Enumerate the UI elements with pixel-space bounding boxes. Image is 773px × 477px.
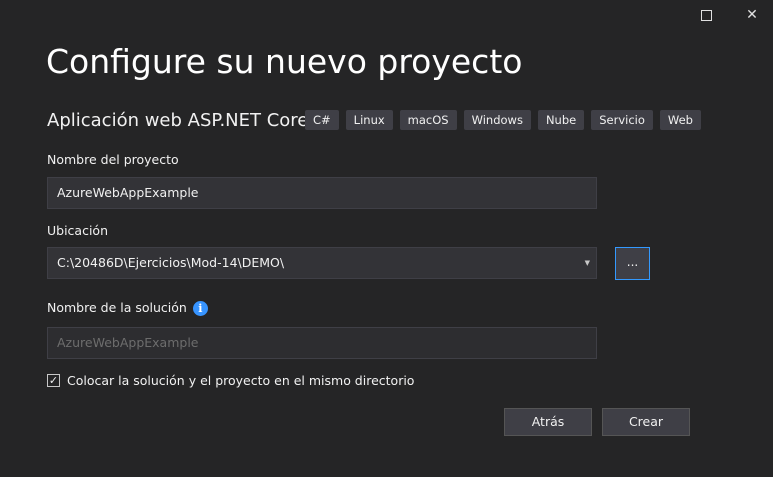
template-tags: C# Linux macOS Windows Nube Servicio Web [305,110,701,130]
tag-servicio: Servicio [591,110,653,130]
tag-csharp: C# [305,110,339,130]
tag-web: Web [659,110,701,130]
tag-windows: Windows [463,110,531,130]
location-combobox[interactable]: C:\20486D\Ejercicios\Mod-14\DEMO\ ▼ [47,247,597,279]
same-dir-label: Colocar la solución y el proyecto en el … [67,373,415,388]
checkmark-icon: ✓ [48,374,59,387]
solution-name-label: Nombre de la solución [47,300,187,315]
project-name-value: AzureWebAppExample [57,185,199,200]
maximize-button[interactable] [692,4,720,26]
close-button[interactable]: ✕ [738,4,766,26]
info-icon[interactable]: i [192,301,208,316]
tag-linux: Linux [345,110,393,130]
dropdown-arrow-icon[interactable]: ▼ [585,248,590,278]
tag-macos: macOS [399,110,457,130]
solution-name-input[interactable]: AzureWebAppExample [47,327,597,359]
create-button[interactable]: Crear [602,408,690,436]
tag-nube: Nube [537,110,585,130]
solution-name-label-row: Nombre de la solución i [47,300,208,316]
project-name-input[interactable]: AzureWebAppExample [47,177,597,209]
location-value: C:\20486D\Ejercicios\Mod-14\DEMO\ [57,255,285,270]
page-title: Configure su nuevo proyecto [46,42,523,81]
project-name-label: Nombre del proyecto [47,152,179,167]
browse-button[interactable]: ... [615,247,650,280]
location-label: Ubicación [47,223,109,238]
close-icon: ✕ [746,7,758,23]
same-dir-checkbox[interactable]: ✓ [47,374,60,387]
solution-name-value: AzureWebAppExample [57,335,199,350]
template-name: Aplicación web ASP.NET Core [47,110,309,131]
back-button[interactable]: Atrás [504,408,592,436]
maximize-icon [700,9,712,21]
same-dir-option[interactable]: ✓ Colocar la solución y el proyecto en e… [47,373,414,388]
